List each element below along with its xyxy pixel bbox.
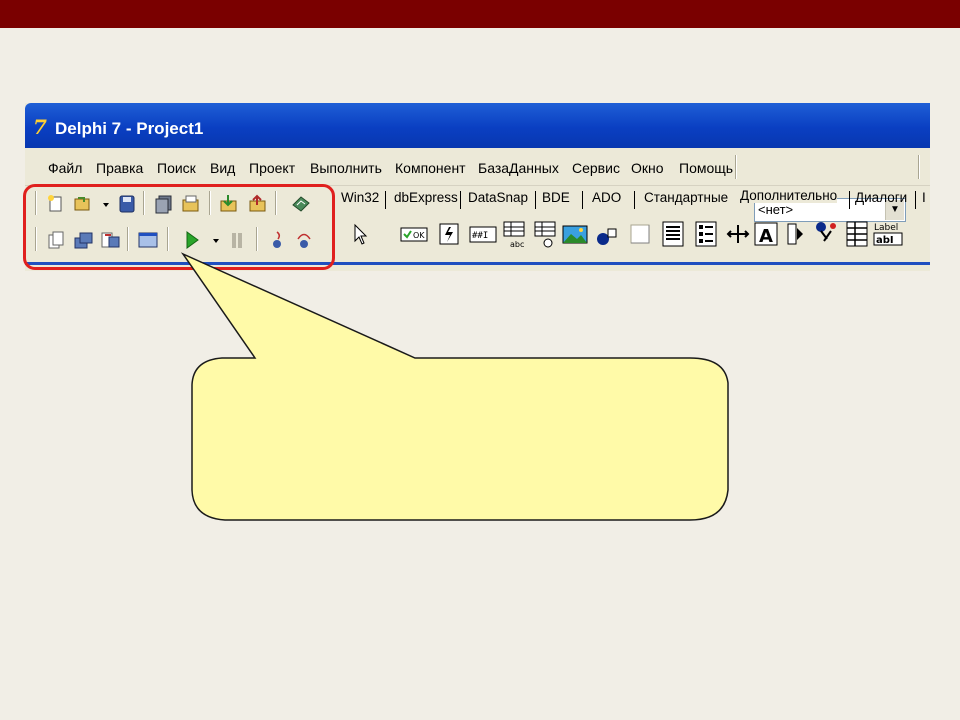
callout-bubble (180, 252, 729, 521)
speech-bubble-callout (180, 252, 729, 521)
